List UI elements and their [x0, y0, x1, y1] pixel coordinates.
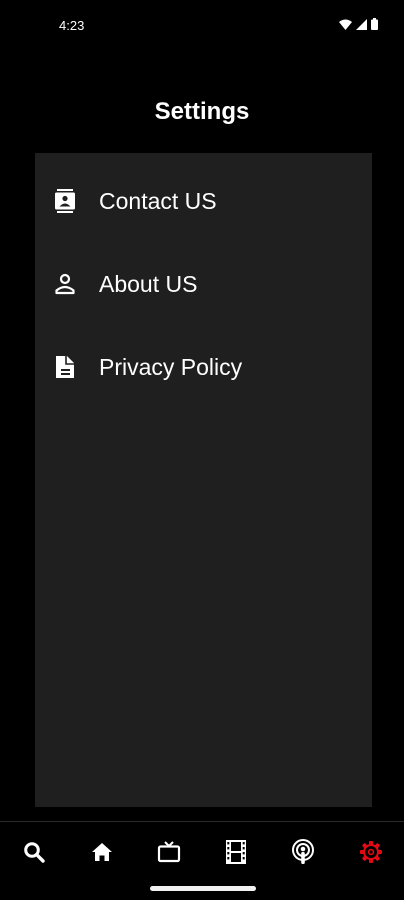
menu-item-label: About US	[99, 270, 198, 297]
settings-panel: Contact US About US Privacy Policy	[35, 153, 372, 807]
search-icon	[23, 841, 45, 868]
battery-icon	[371, 18, 378, 30]
menu-item-label: Contact US	[99, 187, 217, 214]
film-icon	[225, 839, 247, 870]
menu-item-label: Privacy Policy	[99, 353, 243, 380]
tv-icon	[157, 840, 181, 868]
home-icon	[91, 842, 113, 867]
status-bar: 4:23	[0, 0, 404, 52]
nav-search-button[interactable]	[18, 838, 50, 870]
signal-icon	[356, 18, 367, 30]
nav-podcast-button[interactable]	[287, 838, 319, 870]
person-icon	[53, 272, 77, 296]
gear-icon	[359, 840, 383, 869]
status-icons	[339, 18, 378, 30]
document-icon	[53, 355, 77, 379]
menu-item-privacy-policy[interactable]: Privacy Policy	[35, 339, 372, 395]
podcast-icon	[291, 838, 315, 870]
home-indicator[interactable]	[150, 886, 256, 891]
nav-movies-button[interactable]	[220, 838, 252, 870]
menu-item-about-us[interactable]: About US	[35, 256, 372, 312]
nav-tv-button[interactable]	[153, 838, 185, 870]
nav-home-button[interactable]	[86, 838, 118, 870]
nav-settings-button[interactable]	[355, 838, 387, 870]
page-title: Settings	[154, 98, 250, 125]
status-time: 4:23	[59, 18, 85, 33]
contact-card-icon	[53, 189, 77, 213]
wifi-icon	[339, 19, 352, 30]
menu-item-contact-us[interactable]: Contact US	[35, 173, 372, 229]
